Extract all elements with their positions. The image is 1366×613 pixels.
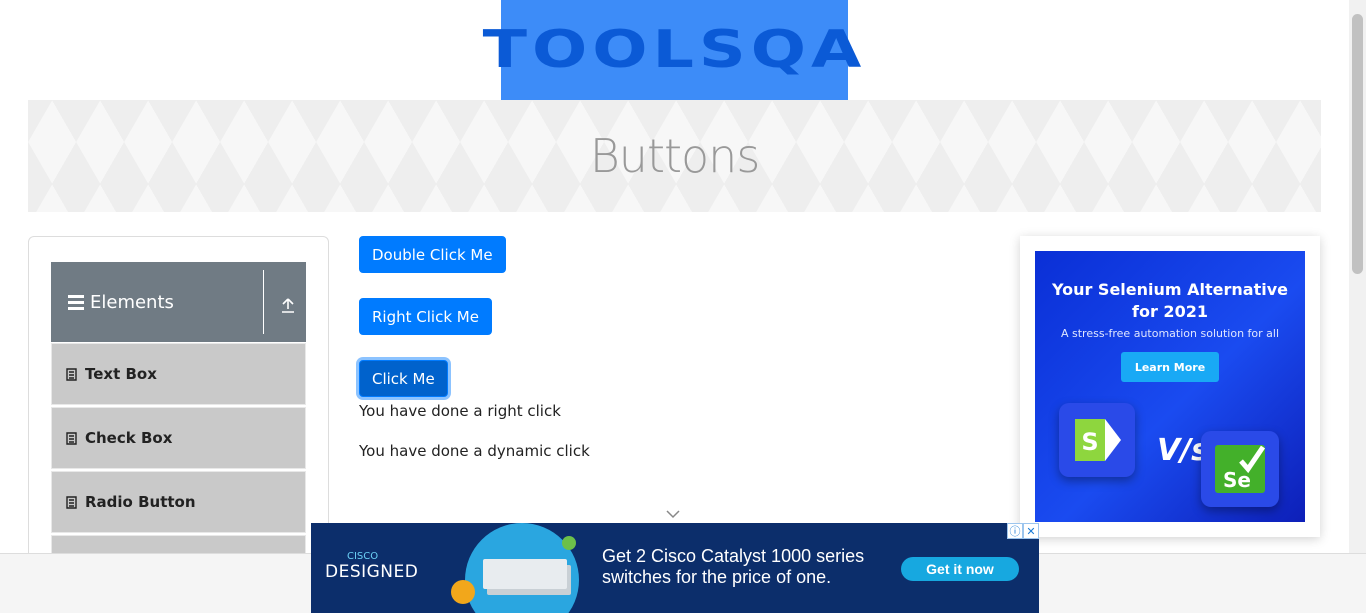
hamburger-icon [68, 294, 84, 310]
cisco-brand: CISCO [347, 551, 379, 562]
page-title: Buttons [589, 129, 761, 183]
page-scrollbar[interactable] [1349, 0, 1366, 553]
document-icon [66, 495, 77, 509]
chevron-down-icon[interactable] [666, 509, 680, 519]
document-icon [66, 431, 77, 445]
cisco-ad[interactable]: CISCO DESIGNED Get 2 Cisco Catalyst 1000… [311, 523, 1039, 613]
ad-copy-line-1: Get 2 Cisco Catalyst 1000 series [602, 546, 865, 566]
get-it-now-button[interactable]: Get it now [901, 557, 1019, 581]
ad-choices[interactable]: ⓘ ✕ [1007, 523, 1039, 539]
sidebar-item-label: Text Box [85, 365, 157, 383]
logo-text: TOOLSQA [482, 20, 867, 80]
selenium-logo: Se [1201, 431, 1279, 507]
learn-more-button[interactable]: Learn More [1121, 352, 1219, 382]
ad-headline: Your Selenium Alternative for 2021 [1035, 279, 1305, 323]
double-click-button[interactable]: Double Click Me [359, 236, 506, 273]
designed-brand: DESIGNED [325, 562, 419, 582]
click-me-button[interactable]: Click Me [359, 360, 448, 397]
selenium-icon: Se [1215, 445, 1266, 493]
sidebar-item-text-box[interactable]: Text Box [51, 343, 306, 405]
cisco-designed-logo: CISCO DESIGNED [325, 551, 418, 582]
right-click-button[interactable]: Right Click Me [359, 298, 492, 335]
svg-text:S: S [1081, 428, 1098, 456]
ad-copy-line-2: switches for the price of one. [602, 567, 832, 587]
ad-headline-line-1: Your Selenium Alternative [1051, 280, 1289, 299]
katalon-icon: S [1075, 419, 1121, 461]
ad-yellow-dot [451, 580, 475, 604]
toolsqa-logo[interactable]: TOOLSQA [483, 0, 861, 100]
sidebar-item-check-box[interactable]: Check Box [51, 407, 306, 469]
group-title: Elements [90, 291, 174, 313]
close-icon[interactable]: ✕ [1023, 523, 1039, 539]
ad-headline-line-2: for 2021 [1132, 302, 1208, 321]
left-panel: Elements Text Box Check Box Radio Button [28, 236, 329, 597]
ad-green-dot [562, 536, 576, 550]
page: TOOLSQA Buttons Elements Text Box Check … [0, 0, 1366, 613]
scrollbar-thumb[interactable] [1352, 14, 1363, 274]
header-divider [263, 270, 264, 334]
sidebar-item-label: Check Box [85, 429, 173, 447]
elements-group-header[interactable]: Elements [51, 262, 306, 342]
selenium-text: Se [1223, 468, 1251, 492]
collapse-icon[interactable] [279, 296, 297, 314]
right-click-message: You have done a right click [359, 402, 561, 420]
sidebar-item-radio-button[interactable]: Radio Button [51, 471, 306, 533]
network-switch-image [483, 559, 567, 589]
right-ad-frame: Your Selenium Alternative for 2021 A str… [1020, 236, 1320, 537]
sidebar-item-label: Radio Button [85, 493, 196, 511]
ad-copy: Get 2 Cisco Catalyst 1000 series switche… [602, 546, 864, 588]
ad-subline: A stress-free automation solution for al… [1060, 327, 1280, 340]
info-icon[interactable]: ⓘ [1007, 523, 1023, 539]
document-icon [66, 367, 77, 381]
katalon-logo: S [1059, 403, 1135, 477]
selenium-alternative-ad[interactable]: Your Selenium Alternative for 2021 A str… [1035, 251, 1305, 522]
dynamic-click-message: You have done a dynamic click [359, 442, 590, 460]
page-banner: Buttons [28, 100, 1321, 212]
